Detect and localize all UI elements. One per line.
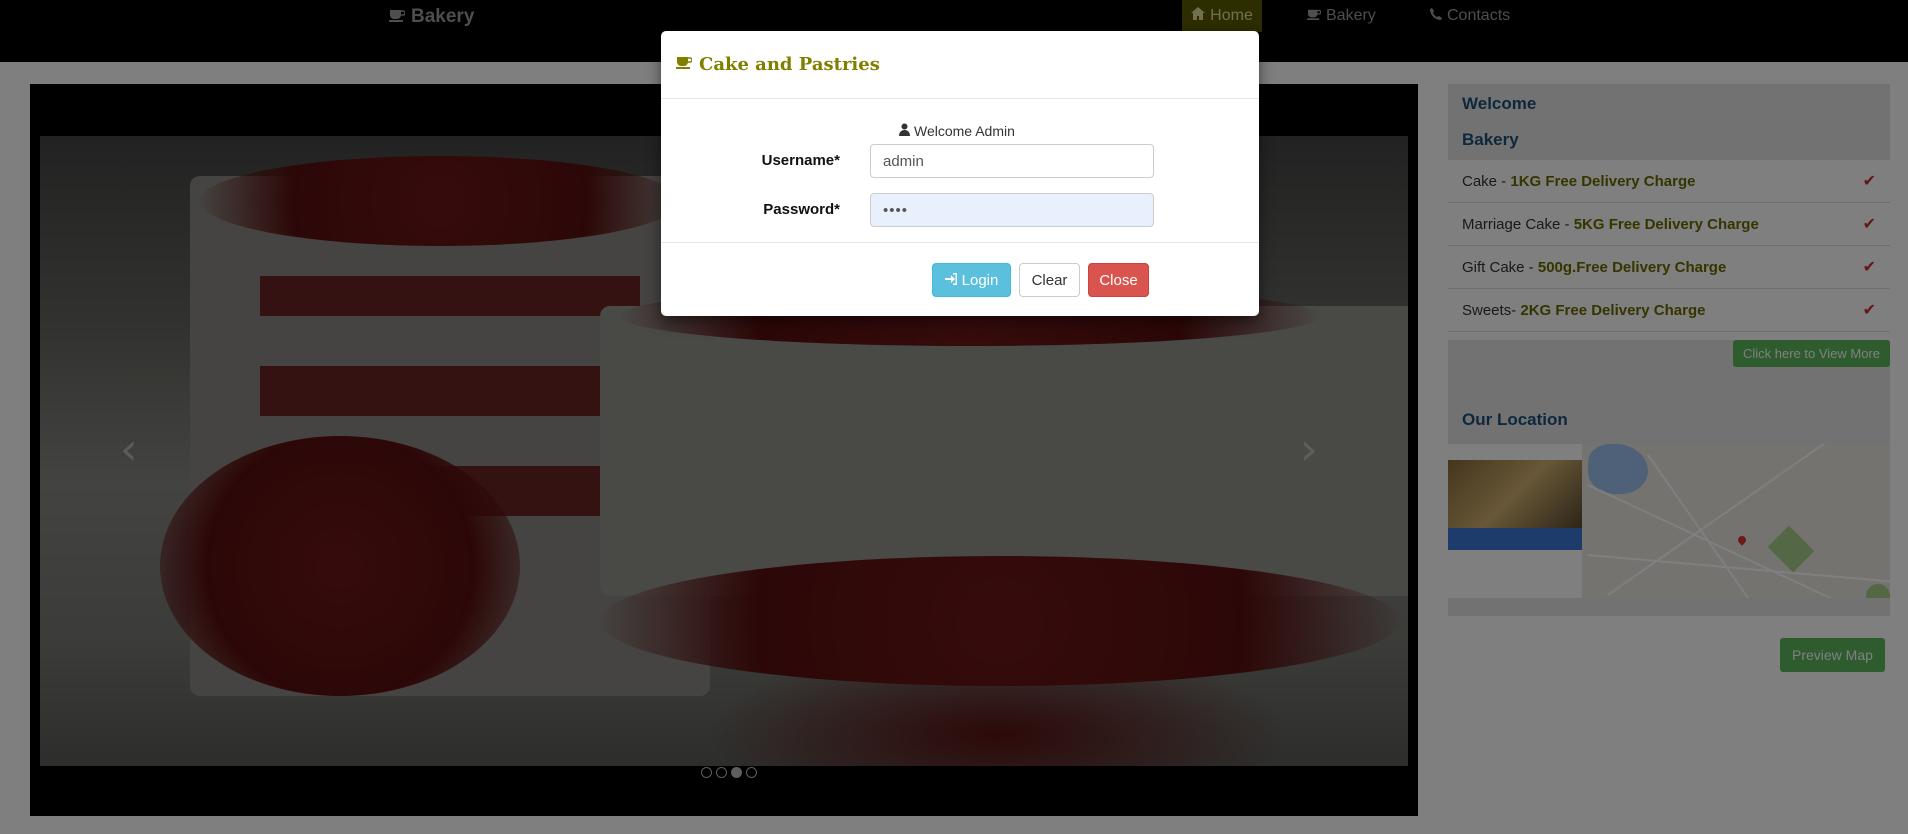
- modal-footer: Login Clear Close: [661, 243, 1259, 315]
- welcome-message: Welcome Admin: [899, 123, 1015, 139]
- login-button[interactable]: Login: [932, 263, 1011, 297]
- password-label: Password*: [763, 201, 840, 218]
- coffee-cup-icon: [676, 55, 693, 74]
- clear-button[interactable]: Clear: [1019, 263, 1080, 297]
- modal-header: Cake and Pastries: [661, 31, 1259, 99]
- login-label: Login: [961, 271, 999, 289]
- username-input[interactable]: [870, 144, 1154, 178]
- modal-title: Cake and Pastries: [699, 54, 880, 75]
- welcome-text: Welcome Admin: [914, 123, 1015, 139]
- sign-in-icon: [944, 272, 958, 289]
- close-button[interactable]: Close: [1088, 263, 1149, 297]
- username-label: Username*: [761, 152, 840, 169]
- password-input[interactable]: [870, 193, 1154, 227]
- user-icon: [899, 123, 910, 139]
